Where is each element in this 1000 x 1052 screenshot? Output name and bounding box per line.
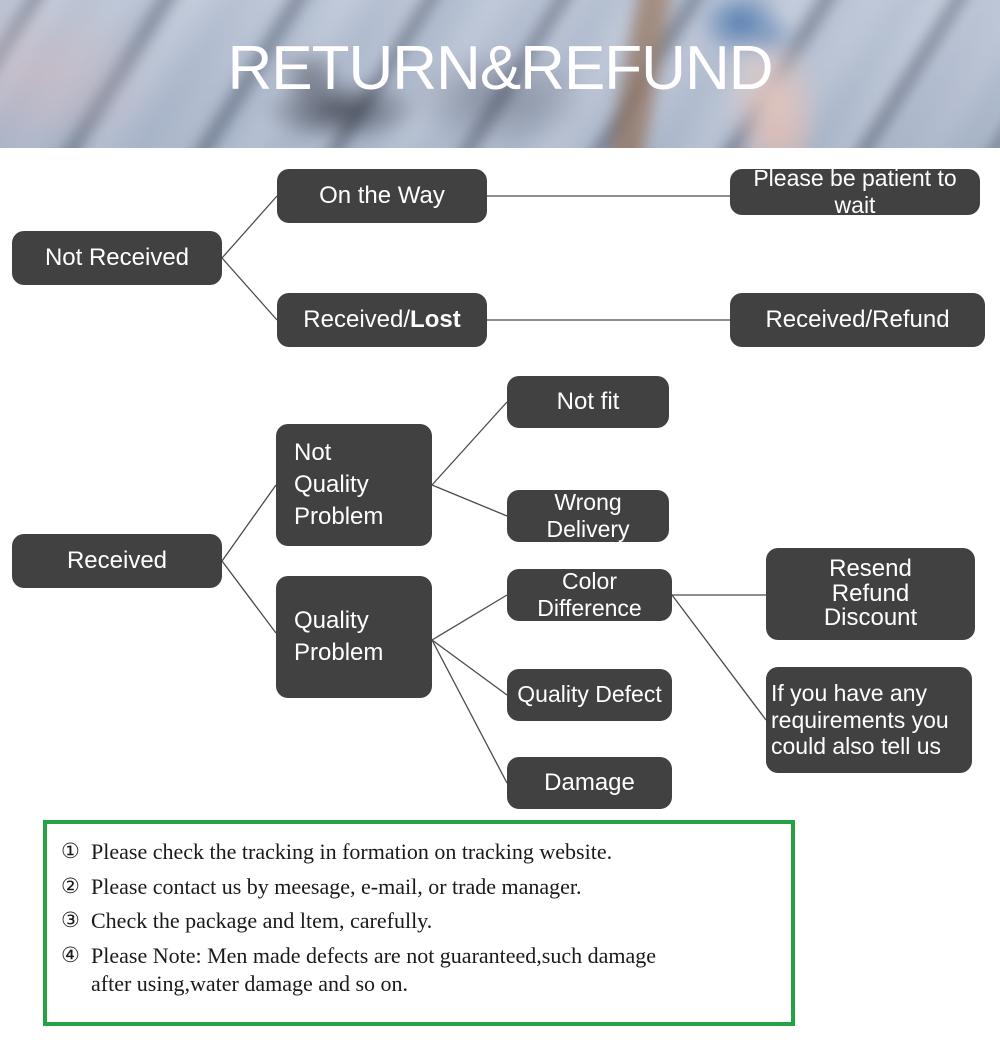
node-quality-problem[interactable]: Quality Problem <box>276 576 432 698</box>
node-label-line2: Refund <box>831 579 910 607</box>
node-label-line3: Discount <box>823 604 918 632</box>
node-label-block: Not Quality Problem <box>294 437 383 532</box>
node-label: On the Way <box>319 181 445 209</box>
node-received-refund[interactable]: Received/Refund <box>730 293 985 347</box>
node-label-line3: Problem <box>294 502 384 530</box>
node-quality-defect[interactable]: Quality Defect <box>507 669 672 721</box>
node-label-line1: Resend <box>829 555 912 583</box>
node-color-difference[interactable]: Color Difference <box>507 567 672 621</box>
node-label: Color Difference <box>537 567 642 621</box>
node-damage[interactable]: Damage <box>507 757 672 809</box>
note-item: ④ Please Note: Men made defects are not … <box>61 942 781 971</box>
note-text: Please contact us by meesage, e-mail, or… <box>91 873 582 899</box>
node-label: Received/Refund <box>765 305 950 333</box>
node-resend-refund-discount[interactable]: Resend Refund Discount <box>766 548 975 640</box>
node-label-block: If you have any requirements you could a… <box>771 680 949 761</box>
node-label-prefix: Received/ <box>303 305 411 333</box>
node-received[interactable]: Received <box>12 534 222 588</box>
node-label-line1: If you have any <box>771 679 927 706</box>
node-label-line1: Not <box>294 439 332 467</box>
node-label-line2: Problem <box>294 639 384 666</box>
node-label-block: Resend Refund Discount <box>824 557 917 630</box>
node-label: Quality Defect <box>517 681 662 708</box>
note-number-icon: ② <box>61 873 80 898</box>
note-number-icon: ③ <box>61 908 80 933</box>
node-label: Wrong Delivery <box>546 488 630 542</box>
node-label: Damage <box>544 768 635 796</box>
node-please-be-patient[interactable]: Please be patient to wait <box>730 165 980 218</box>
note-text: Please Note: Men made defects are not gu… <box>91 942 657 968</box>
node-label-line2: Quality <box>294 471 369 499</box>
note-text: Check the package and ltem, carefully. <box>91 908 433 934</box>
note-item: ③ Check the package and ltem, carefully. <box>61 907 781 936</box>
note-number-icon: ① <box>61 839 80 863</box>
node-label: Not fit <box>556 387 620 415</box>
node-label: Not Received <box>44 243 190 271</box>
node-label-line3: could also tell us <box>771 733 942 760</box>
note-number-icon: ④ <box>61 942 80 967</box>
note-text: Please check the tracking in formation o… <box>91 839 613 864</box>
node-label-line2: requirements you <box>771 706 949 733</box>
node-wrong-delivery[interactable]: Wrong Delivery <box>507 488 669 542</box>
node-received-lost[interactable]: Received/Lost <box>277 293 487 347</box>
node-not-quality-problem[interactable]: Not Quality Problem <box>276 424 432 546</box>
note-continuation-text: after using,water damage and so on. <box>91 971 409 997</box>
return-refund-flowchart: Not Received On the Way Received/Lost Pl… <box>0 148 1000 828</box>
note-item: ① Please check the tracking in formation… <box>61 838 781 867</box>
node-label: Please be patient to wait <box>753 164 957 218</box>
node-label: Received <box>66 546 168 574</box>
hero-banner: RETURN&REFUND <box>0 0 1000 148</box>
node-any-requirements[interactable]: If you have any requirements you could a… <box>766 667 972 773</box>
notes-panel: ① Please check the tracking in formation… <box>43 820 795 1026</box>
node-not-fit[interactable]: Not fit <box>507 376 669 428</box>
node-not-received[interactable]: Not Received <box>12 231 222 285</box>
page-title: RETURN&REFUND <box>227 34 774 103</box>
note-item: ② Please contact us by meesage, e-mail, … <box>61 873 781 902</box>
node-label-block: Quality Problem <box>294 605 383 668</box>
node-on-the-way[interactable]: On the Way <box>277 169 487 223</box>
node-label-line1: Quality <box>294 607 369 635</box>
node-label-bold: Lost <box>410 305 461 333</box>
